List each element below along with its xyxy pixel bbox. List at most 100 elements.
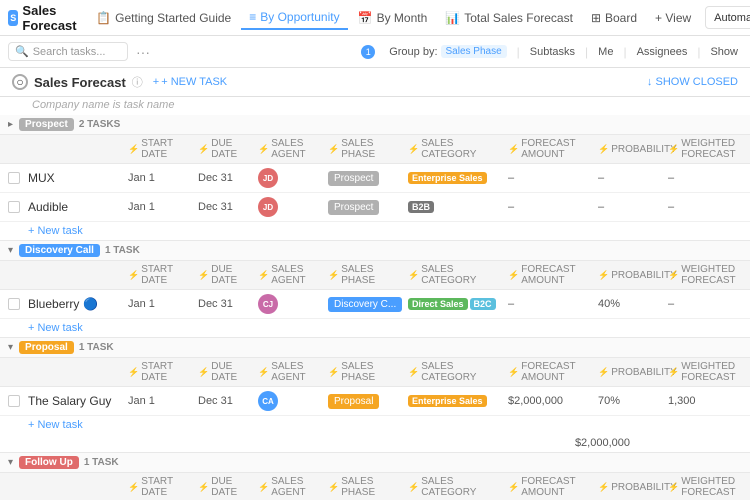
group-toggle-followup[interactable]: ▾ [8,457,13,468]
discovery-task-count: 1 TASK [105,245,140,256]
toolbar: 🔍 Search tasks... ··· 1 Group by: Sales … [0,36,750,68]
task-forecast: – [508,201,598,213]
col-headers-prospect: ⚡START DATE ⚡DUE DATE ⚡SALES AGENT ⚡SALE… [0,135,750,164]
phase-tag: Discovery C... [328,297,402,312]
main-content: ○ Sales Forecast ⓘ + + NEW TASK ↓ SHOW C… [0,68,750,500]
task-category: Enterprise Sales [408,172,508,184]
task-checkbox[interactable] [8,172,28,184]
group-label-prospect: Prospect 2 TASKS [19,118,120,131]
tab-getting-started[interactable]: 📋 Getting Started Guide [88,7,239,29]
group-label-discovery: Discovery Call 1 TASK [19,244,140,257]
tab-icon: 📅 [358,11,373,25]
add-task-row-discovery[interactable]: + New task [0,319,750,337]
category-tag: B2B [408,201,434,213]
filter-divider-4: | [697,45,700,59]
task-category: Direct Sales B2C [408,298,508,310]
group-prospect-header: ▸ Prospect 2 TASKS [0,115,750,135]
automate-label: Automate [714,12,750,24]
group-prospect: ▸ Prospect 2 TASKS ⚡START DATE ⚡DUE DATE… [0,115,750,241]
group-discovery: ▾ Discovery Call 1 TASK ⚡START DATE ⚡DUE… [0,241,750,338]
logo-icon: S [8,10,18,26]
group-by-filter[interactable]: Group by: Sales Phase [385,43,510,60]
search-placeholder: Search tasks... [33,46,106,58]
col-headers-followup: ⚡START DATE ⚡DUE DATE ⚡SALES AGENT ⚡SALE… [0,473,750,500]
top-nav: S Sales Forecast 📋 Getting Started Guide… [0,0,750,36]
followup-task-count: 1 TASK [84,457,119,468]
task-checkbox[interactable] [8,201,28,213]
task-agent: CJ [258,294,328,314]
collapse-icon[interactable]: ○ [12,74,28,90]
task-forecast: – [508,298,598,310]
task-phase: Prospect [328,170,408,186]
assignees-filter[interactable]: Assignees [633,44,692,60]
add-task-row-prospect[interactable]: + New task [0,222,750,240]
tab-icon: ≡ [249,10,256,24]
show-closed-button[interactable]: ↓ SHOW CLOSED [647,76,738,88]
task-due-date: Dec 31 [198,395,258,407]
task-checkbox[interactable] [8,298,28,310]
me-filter[interactable]: Me [594,44,617,60]
task-weighted: – [668,298,750,310]
proposal-task-count: 1 TASK [79,342,114,353]
page-header: ○ Sales Forecast ⓘ + + NEW TASK ↓ SHOW C… [0,68,750,97]
task-category: B2B [408,201,508,213]
task-probability: 40% [598,298,668,310]
new-task-button[interactable]: + + NEW TASK [149,74,231,90]
phase-tag: Prospect [328,171,379,186]
automate-button[interactable]: Automate ▾ [705,6,750,29]
more-options-icon[interactable]: ··· [136,44,150,60]
task-due-date: Dec 31 [198,201,258,213]
task-name[interactable]: Blueberry 🔵 [28,297,128,311]
page-title: Sales Forecast [34,75,126,90]
task-row: Blueberry 🔵 Jan 1 Dec 31 CJ Discovery C.… [0,290,750,319]
tab-icon: ⊞ [591,11,601,25]
page-header-left: ○ Sales Forecast ⓘ + + NEW TASK [12,74,641,90]
filter-divider: | [517,45,520,59]
search-box[interactable]: 🔍 Search tasks... [8,42,128,61]
tab-board[interactable]: ⊞ Board [583,7,645,29]
tab-add-view[interactable]: + View [647,7,699,29]
tab-total-forecast[interactable]: 📊 Total Sales Forecast [437,7,581,29]
task-weighted: – [668,201,750,213]
tab-icon: 📊 [445,11,460,25]
group-proposal: ▾ Proposal 1 TASK ⚡START DATE ⚡DUE DATE … [0,338,750,453]
col-headers-proposal: ⚡START DATE ⚡DUE DATE ⚡SALES AGENT ⚡SALE… [0,358,750,387]
avatar: CJ [258,294,278,314]
task-row: The Salary Guy Jan 1 Dec 31 CA Proposal … [0,387,750,416]
subtasks-filter[interactable]: Subtasks [526,44,579,60]
task-due-date: Dec 31 [198,172,258,184]
prospect-badge: Prospect [19,118,74,131]
task-name[interactable]: The Salary Guy [28,394,128,408]
filter-divider-2: | [585,45,588,59]
group-toggle-discovery[interactable]: ▾ [8,245,13,256]
search-icon: 🔍 [15,45,29,58]
filter-count: 1 [361,45,375,59]
show-filter[interactable]: Show [706,44,742,60]
task-start-date: Jan 1 [128,298,198,310]
task-phase: Discovery C... [328,296,408,312]
avatar: JD [258,168,278,188]
task-row: MUX Jan 1 Dec 31 JD Prospect Enterprise … [0,164,750,193]
info-icon[interactable]: ⓘ [132,74,143,90]
tab-icon: 📋 [96,11,111,25]
group-label-proposal: Proposal 1 TASK [19,341,114,354]
nav-tabs: 📋 Getting Started Guide ≡ By Opportunity… [88,6,699,30]
task-probability: – [598,201,668,213]
task-name[interactable]: Audible [28,200,128,214]
task-forecast: $2,000,000 [508,395,598,407]
tab-by-month[interactable]: 📅 By Month [350,7,436,29]
sales-phase-filter-tag: Sales Phase [441,45,507,58]
tab-by-opportunity[interactable]: ≡ By Opportunity [241,6,347,30]
group-by-label: Group by: [389,46,437,58]
plus-icon: + [153,76,159,88]
filter-count-badge[interactable]: 1 [357,43,379,61]
add-task-row-proposal[interactable]: + New task [0,416,750,434]
group-toggle-prospect[interactable]: ▸ [8,119,13,130]
task-checkbox[interactable] [8,395,28,407]
category-tag: Direct Sales [408,298,468,310]
task-phase: Proposal [328,393,408,409]
task-name[interactable]: MUX [28,171,128,185]
group-toggle-proposal[interactable]: ▾ [8,342,13,353]
emoji-icon: 🔵 [83,297,98,311]
group-discovery-header: ▾ Discovery Call 1 TASK [0,241,750,261]
